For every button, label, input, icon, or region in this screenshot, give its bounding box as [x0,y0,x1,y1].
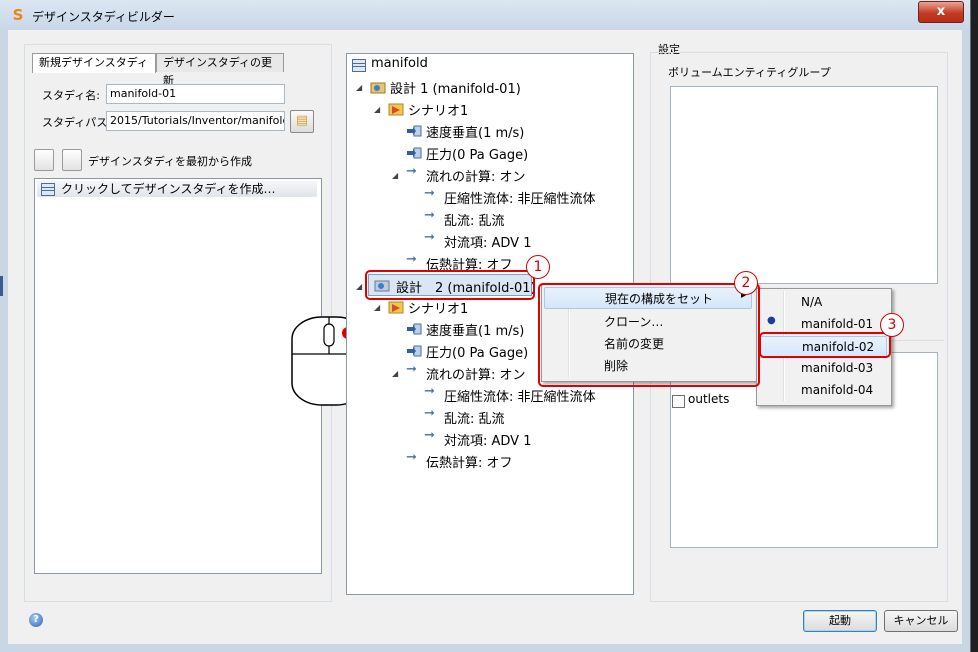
menu-item-label: manifold-04 [801,383,874,397]
tree-item-advection[interactable]: 対流項: ADV 1 [444,232,531,251]
submenu-item-manifold-01[interactable]: manifold-01 [801,317,873,331]
tab-label: 新規デザインスタディ [39,56,149,69]
window-title: デザインスタディビルダー [32,10,175,24]
arrow-right-icon: ➞ [424,230,435,245]
study-path-label: スタディパス: [42,116,111,129]
tree-item-scenario-1[interactable]: シナリオ1 [408,298,468,317]
menu-item-label: N/A [801,295,823,309]
tree-item-flow-calc[interactable]: 流れの計算: オン [426,166,526,185]
boundary-condition-icon [406,322,422,336]
arrow-right-icon: ➞ [406,362,417,377]
arrow-right-icon: ➞ [424,406,435,421]
background-window-edge [0,276,3,296]
close-icon: x [936,4,946,19]
tree-item-scenario-1[interactable]: シナリオ1 [408,100,468,119]
arrow-right-icon: ➞ [406,164,417,179]
tree-item-advection[interactable]: 対流項: ADV 1 [444,430,531,449]
folder-icon: ▤ [295,113,309,128]
design-icon [370,80,386,94]
tree-item-pressure[interactable]: 圧力(0 Pa Gage) [426,342,528,361]
study-name-input[interactable]: manifold-01 [106,84,285,104]
cancel-button[interactable]: キャンセル [884,610,958,632]
tree-item-compressibility[interactable]: 圧縮性流体: 非圧縮性流体 [444,386,596,405]
tree-item-velocity[interactable]: 速度垂直(1 m/s) [426,122,524,141]
scenario-icon [388,300,404,314]
expand-triangle-icon[interactable]: ◢ [392,369,398,378]
radio-dot-icon: ● [767,315,776,326]
volume-group-label: ボリュームエンティティグループ [668,66,831,79]
expand-triangle-icon[interactable]: ◢ [392,171,398,180]
scenario-icon [388,102,404,116]
table-icon [41,183,55,196]
tree-item-turbulence[interactable]: 乱流: 乱流 [444,408,505,427]
study-path-input[interactable]: 2015/Tutorials/Inventor/manifold [106,111,285,131]
title-bar[interactable]: S デザインスタディビルダー x [0,0,970,30]
annotation-box-2 [538,283,760,387]
new-study-button[interactable] [34,149,54,171]
app-icon: S [12,6,24,24]
step-badge-1: 1 [526,255,550,279]
boundary-condition-icon [406,344,422,358]
launch-button[interactable]: 起動 [803,610,877,632]
list-item-label: クリックしてデザインスタディを作成… [61,182,276,196]
submenu-item-manifold-03[interactable]: manifold-03 [801,361,873,375]
arrow-right-icon: ➞ [406,252,417,267]
annotation-box-1 [365,270,535,300]
arrow-right-icon: ➞ [424,208,435,223]
tree-item-heat-transfer[interactable]: 伝熱計算: オフ [426,452,513,471]
tree-item-turbulence[interactable]: 乱流: 乱流 [444,210,505,229]
tree-item-pressure[interactable]: 圧力(0 Pa Gage) [426,144,528,163]
arrow-right-icon: ➞ [424,428,435,443]
arrow-right-icon: ➞ [424,384,435,399]
step-badge-3: 3 [880,313,904,337]
study-list[interactable]: クリックしてデザインスタディを作成… [34,178,322,574]
tab-new-study[interactable]: 新規デザインスタディ [32,53,156,73]
create-from-scratch-label: デザインスタディを最初から作成 [88,155,253,168]
study-name-label: スタディ名: [42,89,100,102]
submenu-item-manifold-04[interactable]: manifold-04 [801,383,873,397]
tab-update-study[interactable]: デザインスタディの更新 [156,53,284,87]
tree-item-design-1[interactable]: 設計 1 (manifold-01) [390,78,521,97]
expand-triangle-icon[interactable]: ◢ [374,105,380,114]
help-icon[interactable]: ? [29,613,43,627]
expand-triangle-icon[interactable]: ◢ [374,303,380,312]
create-from-scratch-button[interactable] [62,149,82,171]
tree-item-flow-calc[interactable]: 流れの計算: オン [426,364,526,383]
arrow-right-icon: ➞ [406,450,417,465]
step-badge-2: 2 [734,271,758,295]
outlets-label: outlets [688,392,730,406]
help-glyph: ? [33,614,39,625]
submenu-item-na[interactable]: N/A [801,295,822,309]
menu-item-label: manifold-01 [801,317,874,331]
annotation-box-3 [759,332,891,358]
table-icon [352,59,366,72]
tree-item-velocity[interactable]: 速度垂直(1 m/s) [426,320,524,339]
outlets-checkbox[interactable] [672,395,685,408]
expand-triangle-icon[interactable]: ◢ [356,282,362,291]
close-button[interactable]: x [918,1,964,23]
browse-folder-button[interactable]: ▤ [290,110,314,133]
list-item[interactable]: クリックしてデザインスタディを作成… [37,181,317,197]
menu-item-label: manifold-03 [801,361,874,375]
tree-root-manifold[interactable]: manifold [371,56,428,71]
expand-triangle-icon[interactable]: ◢ [356,83,362,92]
tree-item-compressibility[interactable]: 圧縮性流体: 非圧縮性流体 [444,188,596,207]
volume-entity-list[interactable] [670,86,938,284]
boundary-condition-icon [406,146,422,160]
arrow-right-icon: ➞ [424,186,435,201]
boundary-condition-icon [406,124,422,138]
